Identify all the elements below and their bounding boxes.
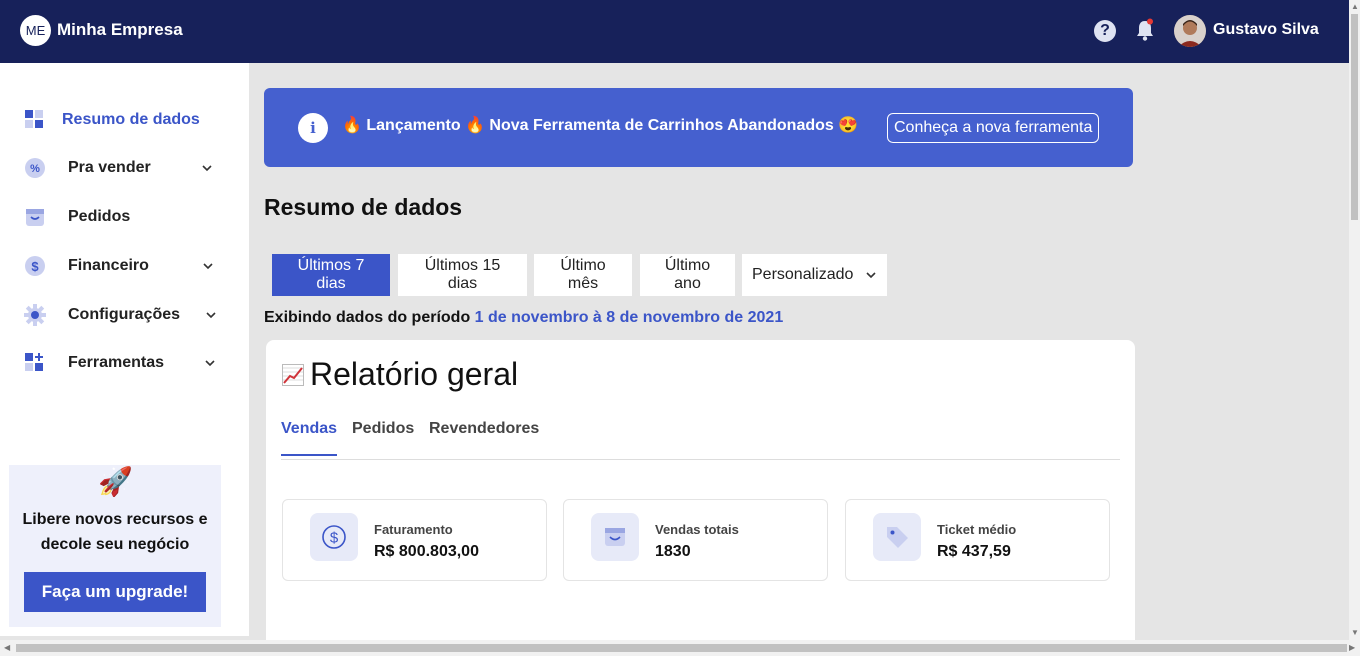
stat-value: R$ 437,59 [937, 543, 1011, 560]
bag-icon [591, 513, 639, 561]
period-last-year-button[interactable]: Último ano [640, 254, 735, 296]
chevron-down-icon[interactable] [204, 357, 216, 369]
period-prefix: Exibindo dados do período [264, 309, 471, 326]
stat-value: R$ 800.803,00 [374, 543, 479, 560]
dollar-icon: $ [310, 513, 358, 561]
bag-icon [26, 209, 44, 226]
sidebar: Resumo de dados % Pra vender Pedidos $ F… [0, 63, 249, 636]
tag-icon [873, 513, 921, 561]
sidebar-item-label: Configurações [68, 306, 181, 323]
sidebar-item-label: Pra vender [68, 159, 151, 176]
stat-card-ticket-medio: Ticket médio R$ 437,59 [845, 499, 1110, 581]
tab-pedidos[interactable]: Pedidos [352, 420, 414, 438]
user-name[interactable]: Gustavo Silva [1213, 21, 1319, 39]
sidebar-item-pedidos[interactable]: Pedidos [24, 205, 224, 229]
period-15-days-button[interactable]: Últimos 15 dias [398, 254, 527, 296]
tab-divider [281, 459, 1120, 460]
sidebar-item-ferramentas[interactable]: Ferramentas [24, 351, 224, 375]
vertical-scrollbar[interactable]: ▲ ▼ [1349, 0, 1360, 640]
stat-card-faturamento: $ Faturamento R$ 800.803,00 [282, 499, 547, 581]
tools-icon [25, 353, 43, 371]
banner-text: 🔥 Lançamento 🔥 Nova Ferramenta de Carrin… [342, 117, 859, 134]
sidebar-item-configuracoes[interactable]: Configurações [24, 303, 224, 327]
vertical-scrollbar-thumb[interactable] [1351, 14, 1358, 220]
scroll-down-icon[interactable]: ▼ [1351, 628, 1359, 637]
sidebar-item-resumo-de-dados[interactable]: Resumo de dados [24, 108, 224, 132]
upgrade-button[interactable]: Faça um upgrade! [24, 572, 206, 612]
scroll-up-icon[interactable]: ▲ [1351, 2, 1359, 11]
page-title: Resumo de dados [264, 194, 463, 220]
chart-increasing-icon [282, 363, 304, 386]
company-logo[interactable]: ME [20, 15, 51, 46]
period-custom-label: Personalizado [752, 266, 854, 283]
chevron-down-icon [866, 272, 876, 279]
top-bar: ME Minha Empresa ? Gustavo Silva [0, 0, 1349, 63]
period-info: Exibindo dados do período 1 de novembro … [264, 309, 783, 327]
info-icon: i [298, 113, 328, 143]
notification-bell-icon[interactable] [1134, 18, 1156, 42]
stat-label: Faturamento [374, 522, 453, 537]
period-custom-select[interactable]: Personalizado [742, 254, 887, 296]
discover-tool-button[interactable]: Conheça a nova ferramenta [887, 113, 1100, 143]
svg-text:$: $ [31, 259, 39, 274]
report-title-text: Relatório geral [310, 356, 519, 392]
grid-icon [25, 110, 43, 128]
upgrade-promo: 🚀 Libere novos recursos e decole seu neg… [9, 465, 221, 627]
svg-text:%: % [30, 163, 40, 175]
chevron-down-icon[interactable] [202, 260, 214, 272]
horizontal-scrollbar-thumb[interactable] [16, 644, 1347, 652]
company-name[interactable]: Minha Empresa [57, 20, 183, 40]
stat-label: Ticket médio [937, 522, 1017, 537]
announcement-banner: i 🔥 Lançamento 🔥 Nova Ferramenta de Carr… [264, 88, 1133, 167]
scroll-left-icon[interactable]: ◀ [4, 643, 10, 652]
horizontal-scrollbar[interactable]: ◀ ▶ [0, 640, 1360, 656]
stat-card-vendas-totais: Vendas totais 1830 [563, 499, 828, 581]
tab-vendas[interactable]: Vendas [281, 420, 337, 438]
sidebar-item-pra-vender[interactable]: % Pra vender [24, 156, 224, 180]
sidebar-item-label: Ferramentas [68, 354, 165, 371]
gear-icon [24, 304, 46, 326]
help-icon[interactable]: ? [1094, 20, 1116, 42]
period-range: 1 de novembro à 8 de novembro de 2021 [474, 309, 784, 326]
user-avatar[interactable] [1174, 15, 1206, 47]
period-last-month-button[interactable]: Último mês [534, 254, 632, 296]
report-card: Relatório geral Vendas Pedidos Revendedo… [266, 340, 1135, 650]
period-7-days-button[interactable]: Últimos 7 dias [272, 254, 390, 296]
stat-label: Vendas totais [655, 522, 739, 537]
upgrade-text: Libere novos recursos e decole seu negóc… [9, 507, 221, 557]
scroll-right-icon[interactable]: ▶ [1349, 643, 1355, 652]
chevron-down-icon[interactable] [201, 162, 213, 174]
sidebar-item-label: Financeiro [68, 257, 149, 274]
sidebar-item-financeiro[interactable]: $ Financeiro [24, 254, 224, 278]
sidebar-item-label: Pedidos [68, 208, 131, 225]
upgrade-text-line-1: Libere novos recursos e [22, 511, 208, 528]
svg-text:$: $ [330, 530, 339, 547]
sidebar-item-label: Resumo de dados [62, 111, 200, 128]
stat-value: 1830 [655, 543, 691, 560]
rocket-icon: 🚀 [98, 466, 133, 497]
report-title: Relatório geral [282, 356, 518, 393]
tab-revendedores[interactable]: Revendedores [429, 420, 539, 438]
active-tab-indicator [281, 454, 337, 456]
percent-icon: % [25, 158, 45, 178]
upgrade-text-line-2: decole seu negócio [40, 536, 190, 553]
chevron-down-icon[interactable] [205, 309, 217, 321]
dollar-icon: $ [25, 256, 45, 276]
